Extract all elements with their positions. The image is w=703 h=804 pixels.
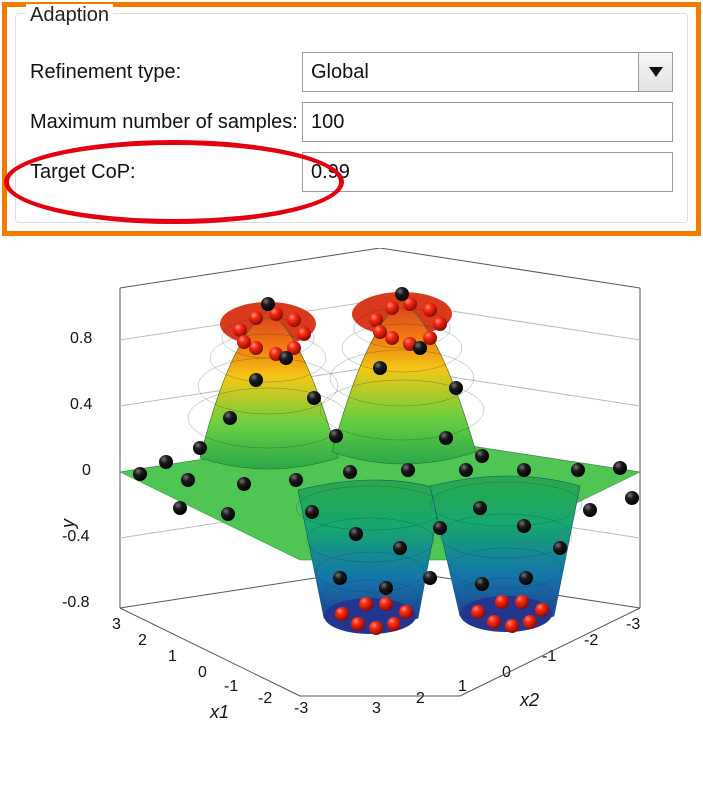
row-max-samples: Maximum number of samples: 100: [30, 102, 673, 142]
valley-1: [296, 480, 444, 634]
target-cop-value: 0.99: [311, 161, 350, 184]
max-samples-input[interactable]: 100: [302, 102, 673, 142]
settings-panel-outline: Adaption Refinement type: Global Maximum…: [2, 2, 701, 236]
fieldset-legend: Adaption: [26, 4, 113, 27]
refinement-type-select[interactable]: Global: [302, 52, 673, 92]
row-target-cop: Target CoP: 0.99: [30, 152, 673, 192]
chevron-down-icon[interactable]: [638, 53, 672, 91]
z-axis-label: y: [58, 519, 79, 528]
label-refinement-type: Refinement type:: [30, 61, 302, 84]
peak-1: [188, 302, 348, 469]
surface-plot: y 0.8 0.4 0 -0.4 -0.8 3 2 1 0 -1 -2 -3 x…: [0, 238, 703, 728]
label-max-samples: Maximum number of samples:: [30, 111, 302, 134]
adaption-fieldset: Adaption Refinement type: Global Maximum…: [15, 13, 688, 223]
max-samples-value: 100: [311, 111, 344, 134]
label-target-cop: Target CoP:: [30, 161, 302, 184]
refinement-type-value: Global: [311, 61, 369, 84]
row-refinement-type: Refinement type: Global: [30, 52, 673, 92]
target-cop-input[interactable]: 0.99: [302, 152, 673, 192]
surface-svg: [80, 248, 680, 708]
